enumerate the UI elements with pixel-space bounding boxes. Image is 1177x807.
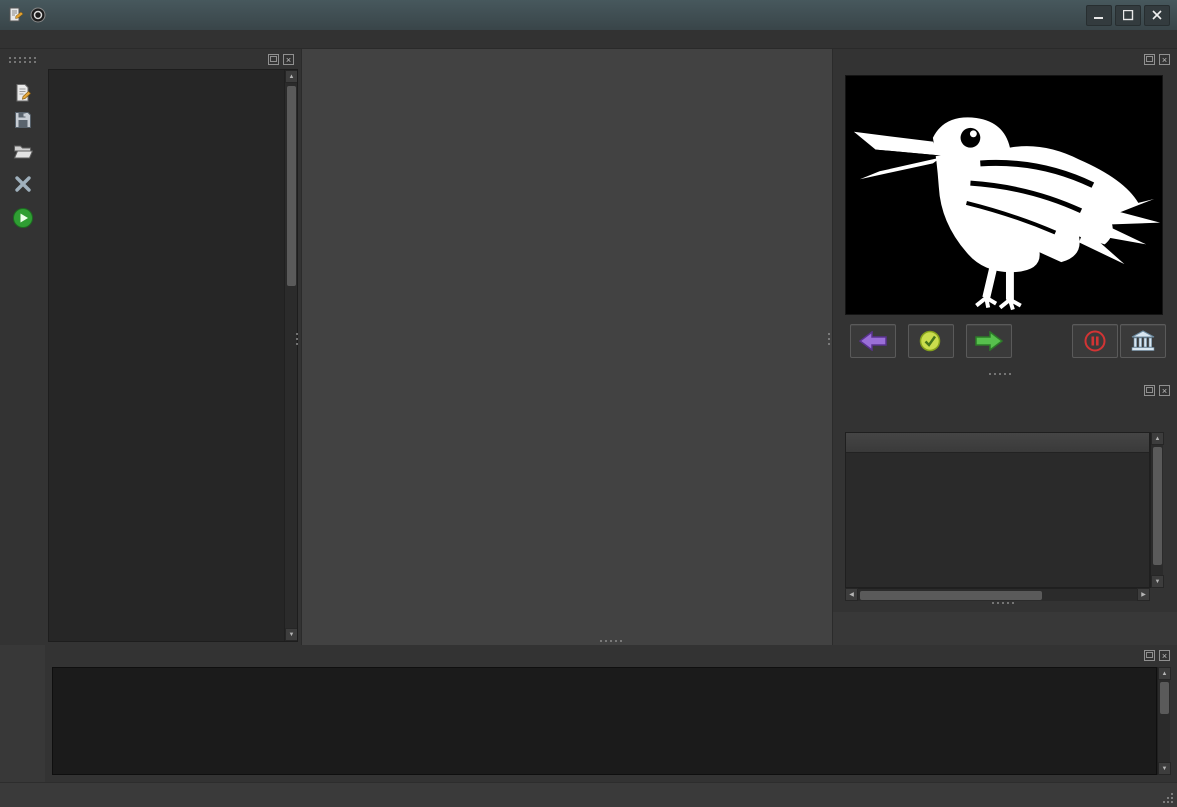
new-script-button[interactable] <box>10 80 35 105</box>
close-panel-icon[interactable]: × <box>283 54 294 65</box>
left-toolbar <box>0 49 45 645</box>
node-graph-canvas[interactable] <box>301 49 833 645</box>
toolbar-grip[interactable] <box>9 57 36 59</box>
maximize-button[interactable] <box>1115 5 1141 26</box>
title-bar[interactable] <box>0 0 1177 30</box>
scroll-up-arrow[interactable]: ▲ <box>1151 432 1164 445</box>
float-panel-icon[interactable] <box>1144 54 1155 65</box>
pause-button[interactable] <box>1072 324 1118 358</box>
log-output[interactable] <box>52 667 1157 775</box>
float-panel-icon[interactable] <box>1144 385 1155 396</box>
bird-image <box>846 75 1162 315</box>
editor-vertical-scrollbar[interactable]: ▲ ▼ <box>284 70 297 641</box>
scroll-thumb[interactable] <box>1160 682 1169 714</box>
run-icon <box>12 207 34 229</box>
float-panel-icon[interactable] <box>1144 650 1155 661</box>
app-logo-icon <box>30 7 46 23</box>
right-arrow-icon <box>975 331 1003 351</box>
left-arrow-icon <box>859 331 887 351</box>
save-button[interactable] <box>10 107 35 132</box>
close-panel-icon[interactable]: × <box>1159 650 1170 661</box>
cut-icon <box>13 174 33 194</box>
scroll-down-arrow[interactable]: ▼ <box>1151 575 1164 588</box>
scroll-down-arrow[interactable]: ▼ <box>285 628 298 641</box>
close-project-button[interactable] <box>10 171 35 196</box>
resize-grip[interactable] <box>1161 791 1173 803</box>
new-script-icon <box>13 83 33 103</box>
table-vertical-scrollbar[interactable]: ▲ ▼ <box>1150 432 1163 588</box>
app-icon <box>7 7 23 23</box>
splitter-handle[interactable] <box>828 333 830 345</box>
check-icon <box>919 330 943 352</box>
logs-panel: × ▲ ▼ <box>45 645 1177 782</box>
float-panel-icon[interactable] <box>268 54 279 65</box>
scroll-up-arrow[interactable]: ▲ <box>285 70 298 83</box>
menu-bar <box>0 30 1177 49</box>
status-bar <box>0 782 1177 807</box>
emulator-screen <box>845 75 1163 315</box>
logs-vertical-scrollbar[interactable]: ▲ ▼ <box>1157 667 1170 775</box>
story-resources-panel: × ▲ ▼ ◀ ▶ <box>833 380 1177 612</box>
script-editor-panel: × ▲ ▼ <box>45 49 301 645</box>
table-horizontal-scrollbar[interactable]: ◀ ▶ <box>845 588 1150 601</box>
toolbar-grip[interactable] <box>9 61 36 63</box>
minimize-button[interactable] <box>1086 5 1112 26</box>
pause-icon <box>1083 330 1107 352</box>
scroll-up-arrow[interactable]: ▲ <box>1158 667 1171 680</box>
open-project-button[interactable] <box>10 139 35 164</box>
scroll-right-arrow[interactable]: ▶ <box>1137 588 1150 601</box>
splitter-handle[interactable] <box>600 640 622 642</box>
scroll-thumb[interactable] <box>1153 447 1162 565</box>
table-header <box>846 433 1149 453</box>
back-button[interactable] <box>850 324 896 358</box>
close-panel-icon[interactable]: × <box>1159 385 1170 396</box>
open-folder-icon <box>13 142 33 162</box>
scroll-down-arrow[interactable]: ▼ <box>1158 762 1171 775</box>
close-button[interactable] <box>1144 5 1170 26</box>
home-button[interactable] <box>1120 324 1166 358</box>
script-editor[interactable]: ▲ ▼ <box>48 69 298 642</box>
window-controls <box>1086 5 1170 26</box>
resources-table <box>845 432 1150 588</box>
ok-button[interactable] <box>908 324 954 358</box>
close-panel-icon[interactable]: × <box>1159 54 1170 65</box>
forward-button[interactable] <box>966 324 1012 358</box>
app-window: × ▲ ▼ × <box>0 0 1177 807</box>
home-icon <box>1131 330 1155 352</box>
splitter-handle[interactable] <box>992 602 1014 604</box>
scroll-thumb[interactable] <box>287 86 296 286</box>
scroll-thumb[interactable] <box>860 591 1042 600</box>
save-icon <box>13 110 33 130</box>
run-button[interactable] <box>10 205 35 230</box>
scroll-left-arrow[interactable]: ◀ <box>845 588 858 601</box>
splitter-handle[interactable] <box>989 373 1011 375</box>
splitter-handle[interactable] <box>296 333 298 345</box>
emulator-panel: × <box>833 49 1177 380</box>
